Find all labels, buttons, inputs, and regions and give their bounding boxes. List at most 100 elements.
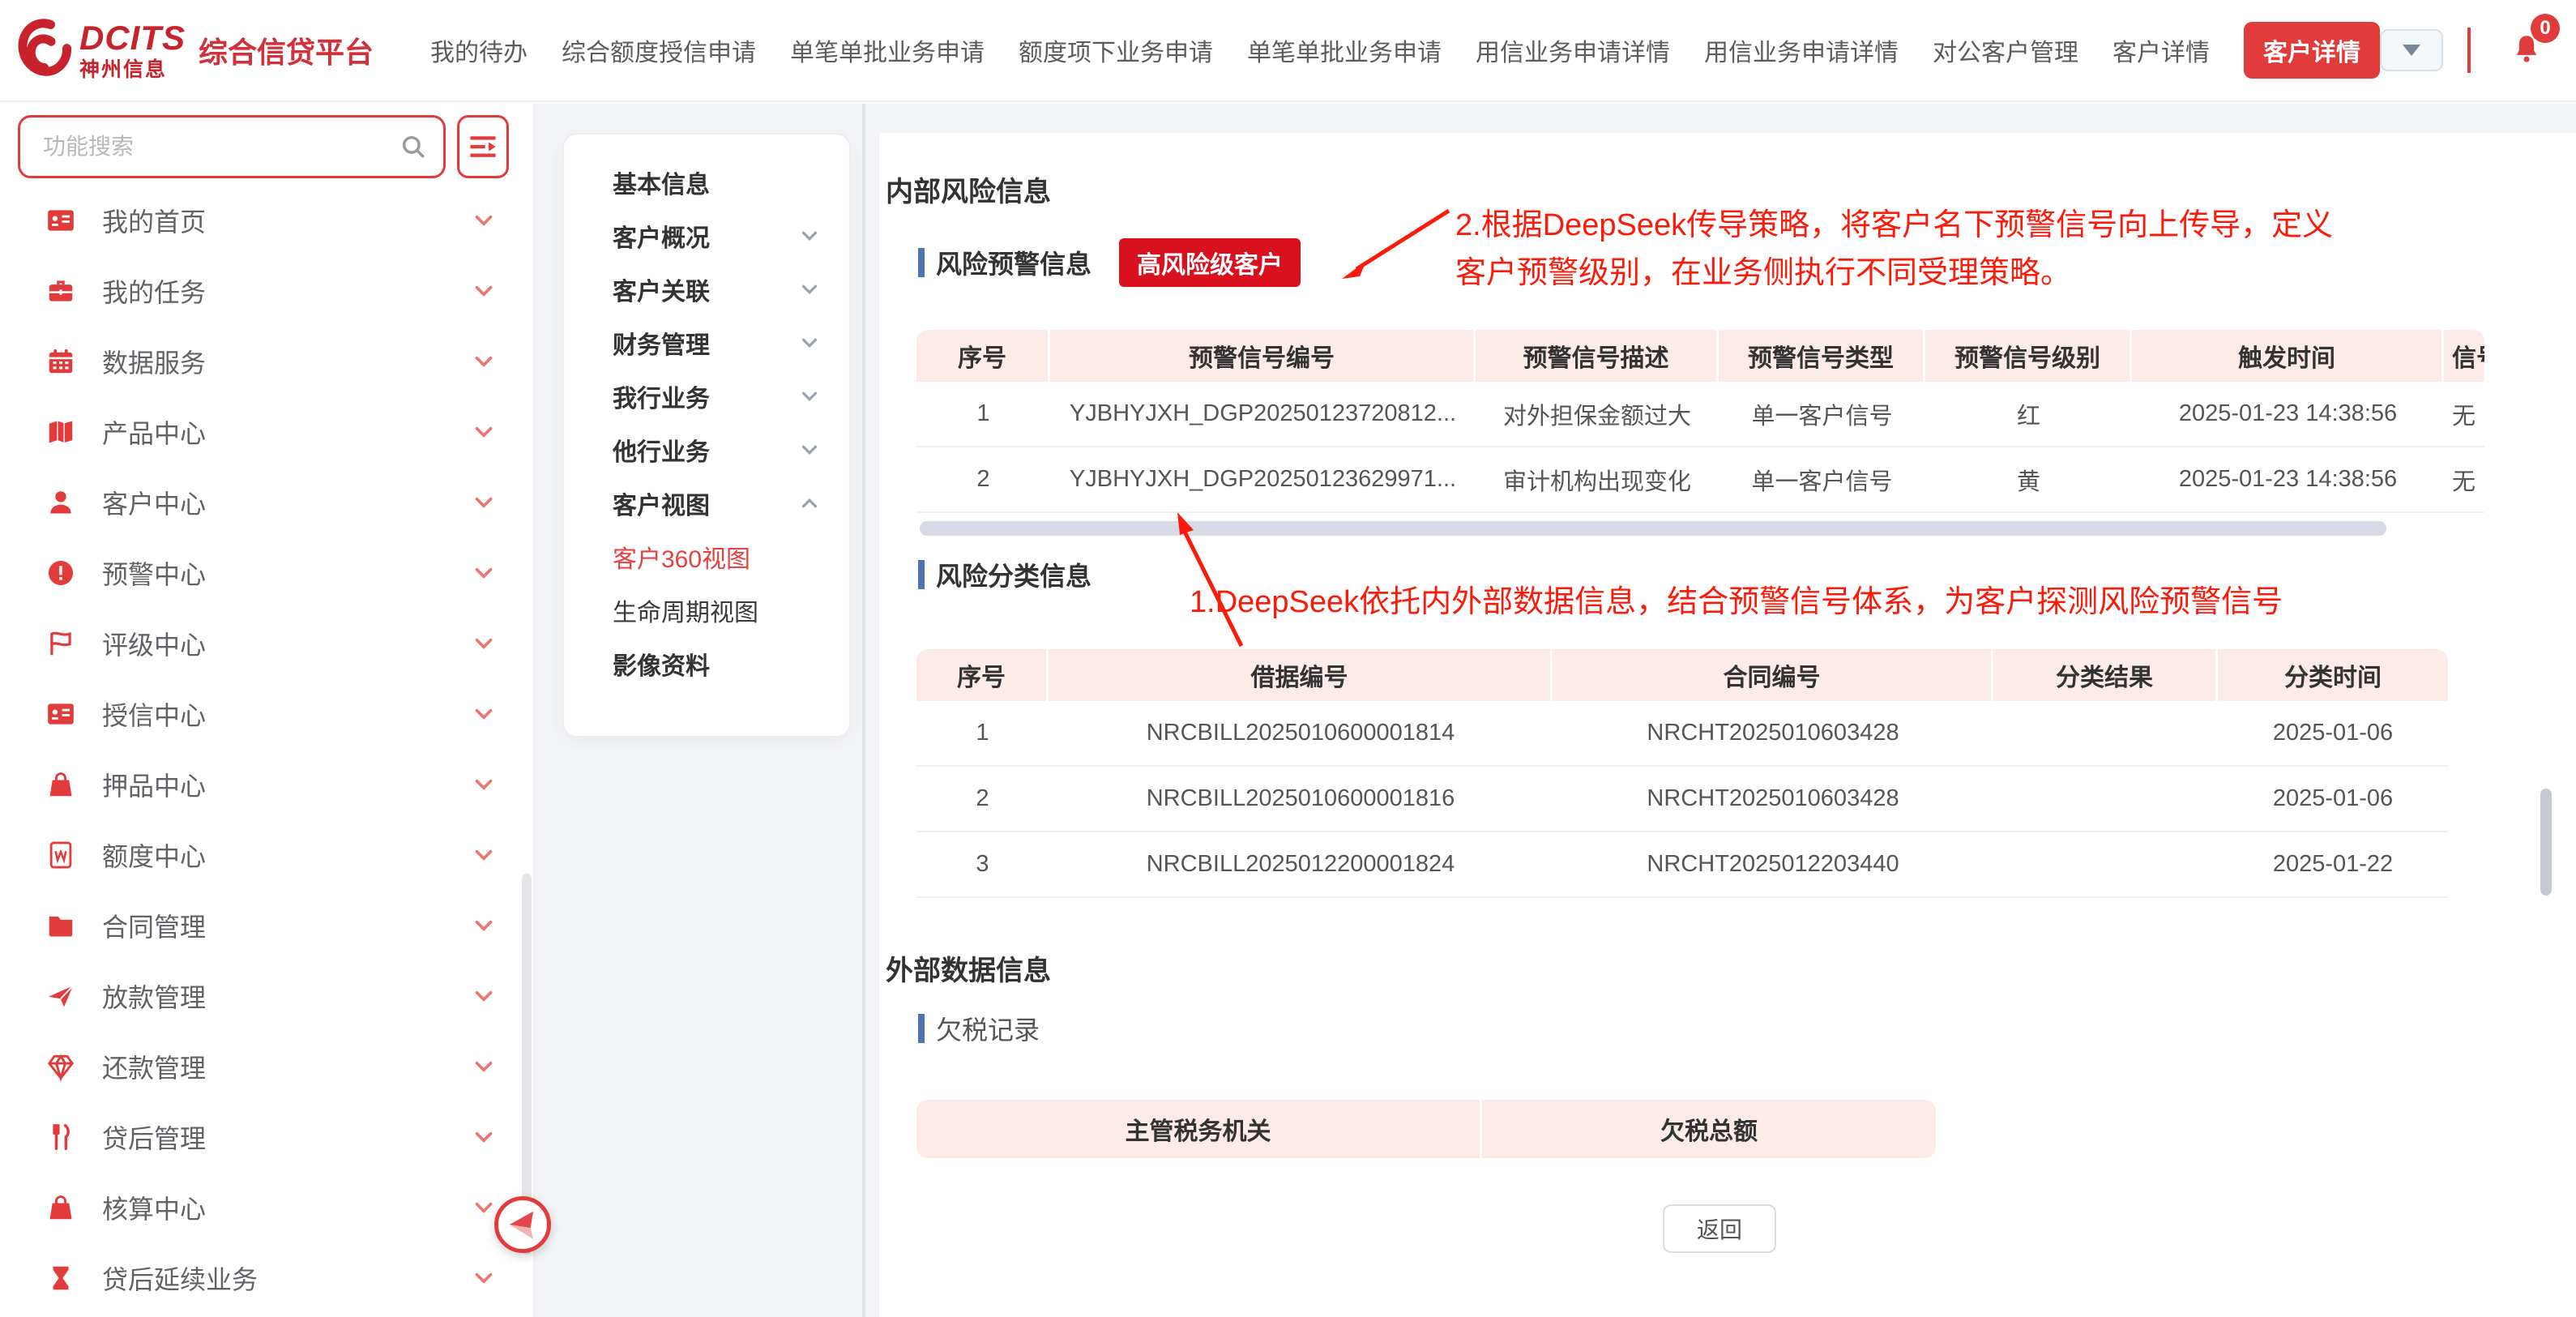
sidebar-item[interactable]: 评级中心 bbox=[0, 608, 533, 678]
table-cell: 3 bbox=[916, 832, 1049, 898]
table-row[interactable]: 1NRCBILL2025010600001814NRCHT20250106034… bbox=[916, 701, 2448, 767]
chevron-down-icon bbox=[797, 277, 822, 301]
brand-company: 神州信息 bbox=[79, 60, 186, 80]
sidebar-item[interactable]: 放款管理 bbox=[0, 960, 533, 1031]
active-tab-customer-detail[interactable]: 客户详情 bbox=[2244, 22, 2380, 79]
top-nav-item[interactable]: 对公客户管理 bbox=[1933, 32, 2078, 68]
table-cell: NRCHT2025010603428 bbox=[1553, 767, 1993, 832]
submenu-item[interactable]: 客户视图 bbox=[564, 477, 849, 530]
top-nav-item[interactable]: 客户详情 bbox=[2112, 32, 2210, 68]
submenu-item[interactable]: 生命周期视图 bbox=[564, 584, 849, 637]
table-cell: NRCHT2025012203440 bbox=[1553, 832, 1993, 898]
high-risk-badge: 高风险级客户 bbox=[1119, 238, 1301, 287]
submenu-item[interactable]: 基本信息 bbox=[564, 156, 849, 209]
sidebar-item[interactable]: 授信中心 bbox=[0, 678, 533, 749]
submenu-item[interactable]: 客户360视图 bbox=[564, 530, 849, 584]
top-nav-item[interactable]: 额度项下业务申请 bbox=[1019, 32, 1213, 68]
sidebar-item[interactable]: 贷后延续业务 bbox=[0, 1242, 533, 1313]
sidebar-item[interactable]: 额度中心 bbox=[0, 819, 533, 890]
column-header: 主管税务机关 bbox=[916, 1100, 1482, 1158]
chevron-down-icon bbox=[470, 1194, 498, 1221]
bag-icon bbox=[45, 769, 76, 800]
table-cell: NRCBILL2025010600001814 bbox=[1049, 701, 1553, 767]
column-header: 信号状态 bbox=[2444, 330, 2484, 382]
flag-icon bbox=[45, 628, 76, 659]
submenu-item[interactable]: 客户关联 bbox=[564, 263, 849, 316]
sidebar-item[interactable]: 还款管理 bbox=[0, 1031, 533, 1101]
hourglass-icon bbox=[45, 1263, 76, 1293]
column-header: 借据编号 bbox=[1049, 649, 1553, 701]
horizontal-scrollbar[interactable] bbox=[920, 521, 2386, 536]
risk-class-table-wrap: 序号借据编号合同编号分类结果分类时间1NRCBILL20250106000018… bbox=[916, 649, 2448, 898]
risk-warning-table: 序号预警信号编号预警信号描述预警信号类型预警信号级别触发时间信号状态1YJBHY… bbox=[916, 330, 2484, 513]
page-scrollbar[interactable] bbox=[2540, 789, 2552, 896]
table-row[interactable]: 1YJBHYJXH_DGP20250123720812...对外担保金额过大单一… bbox=[916, 382, 2484, 447]
annotation-2: 2.根据DeepSeek传导策略，将客户名下预警信号向上传导，定义 客户预警级别… bbox=[1455, 202, 2333, 297]
top-nav-item[interactable]: 综合额度授信申请 bbox=[562, 32, 756, 68]
table-cell: 2025-01-23 14:38:56 bbox=[2132, 382, 2444, 447]
sidebar-item[interactable]: 我的首页 bbox=[0, 185, 533, 255]
table-row[interactable]: 2YJBHYJXH_DGP20250123629971...审计机构出现变化单一… bbox=[916, 447, 2484, 513]
sidebar-item[interactable]: 我的任务 bbox=[0, 255, 533, 326]
submenu-item[interactable]: 我行业务 bbox=[564, 370, 849, 423]
chevron-down-icon bbox=[470, 1264, 498, 1292]
customer-submenu: 基本信息 客户概况 客户关联 财务管理 我行业务 他行业务 客户视图 客户360… bbox=[562, 133, 851, 738]
table-cell: 1 bbox=[916, 382, 1050, 447]
top-nav-item[interactable]: 用信业务申请详情 bbox=[1704, 32, 1899, 68]
table-row[interactable]: 2NRCBILL2025010600001816NRCHT20250106034… bbox=[916, 767, 2448, 832]
sidebar-toggle-button[interactable] bbox=[494, 1196, 551, 1253]
back-button[interactable]: 返回 bbox=[1663, 1204, 1776, 1253]
submenu-item[interactable]: 他行业务 bbox=[564, 423, 849, 477]
sidebar-item[interactable]: 合同管理 bbox=[0, 890, 533, 960]
chevron-down-icon bbox=[470, 489, 498, 516]
sidebar-item[interactable]: 数据服务 bbox=[0, 326, 533, 396]
submenu-item[interactable]: 财务管理 bbox=[564, 316, 849, 370]
submenu-item[interactable]: 影像资料 bbox=[564, 637, 849, 691]
sidebar-item[interactable]: 产品中心 bbox=[0, 396, 533, 467]
column-header: 序号 bbox=[916, 649, 1049, 701]
chevron-down-icon bbox=[470, 348, 498, 375]
user-icon bbox=[45, 487, 76, 518]
chevron-down-icon bbox=[797, 438, 822, 462]
table-cell: 单一客户信号 bbox=[1719, 382, 1925, 447]
idcard-icon bbox=[45, 205, 76, 236]
table-cell: 无 bbox=[2444, 447, 2484, 513]
table-cell: 审计机构出现变化 bbox=[1476, 447, 1719, 513]
top-nav-item[interactable]: 我的待办 bbox=[430, 32, 528, 68]
sidebar-item[interactable]: 核算中心 bbox=[0, 1172, 533, 1242]
tax-table: 主管税务机关欠税总额 bbox=[916, 1100, 1936, 1158]
notifications-button[interactable]: 0 bbox=[2510, 32, 2544, 70]
user-profile-icon[interactable] bbox=[2573, 33, 2576, 67]
top-nav-item[interactable]: 用信业务申请详情 bbox=[1476, 32, 1670, 68]
chevron-down-icon bbox=[470, 1123, 498, 1151]
sidebar-item[interactable]: 贷后管理 bbox=[0, 1101, 533, 1172]
risk-warning-title: 风险预警信息 bbox=[936, 244, 1091, 281]
tabs-dropdown-button[interactable] bbox=[2380, 29, 2443, 71]
brand-name: DCITS bbox=[79, 21, 186, 55]
top-nav-item[interactable]: 单笔单批业务申请 bbox=[790, 32, 985, 68]
table-row[interactable]: 3NRCBILL2025012200001824NRCHT20250122034… bbox=[916, 832, 2448, 898]
sidebar-item[interactable]: 预警中心 bbox=[0, 537, 533, 608]
alert-icon bbox=[45, 558, 76, 588]
notification-badge: 0 bbox=[2531, 14, 2560, 43]
column-header: 触发时间 bbox=[2132, 330, 2444, 382]
search-input[interactable] bbox=[41, 133, 399, 160]
calendar-icon bbox=[45, 346, 76, 377]
table-cell: 无 bbox=[2444, 382, 2484, 447]
table-cell: 1 bbox=[916, 701, 1049, 767]
chevron-down-icon bbox=[470, 982, 498, 1010]
sidebar-item[interactable]: 押品中心 bbox=[0, 749, 533, 819]
app-body: 我的首页 我的任务 数据服务 产品中心 客户中心 预警中心 评级中心 授信中心 … bbox=[0, 104, 2576, 1317]
submenu-item[interactable]: 客户概况 bbox=[564, 209, 849, 263]
idcard-icon bbox=[45, 699, 76, 729]
top-nav-item[interactable]: 单笔单批业务申请 bbox=[1247, 32, 1442, 68]
risk-class-title: 风险分类信息 bbox=[936, 556, 1091, 593]
menu-collapse-button[interactable] bbox=[457, 115, 509, 178]
column-header: 分类结果 bbox=[1993, 649, 2218, 701]
sidebar-item[interactable]: 客户中心 bbox=[0, 467, 533, 537]
chevron-down-icon bbox=[470, 418, 498, 446]
doc-icon bbox=[45, 840, 76, 870]
briefcase-icon bbox=[45, 276, 76, 306]
section-marker bbox=[918, 560, 925, 589]
risk-class-table: 序号借据编号合同编号分类结果分类时间1NRCBILL20250106000018… bbox=[916, 649, 2448, 898]
